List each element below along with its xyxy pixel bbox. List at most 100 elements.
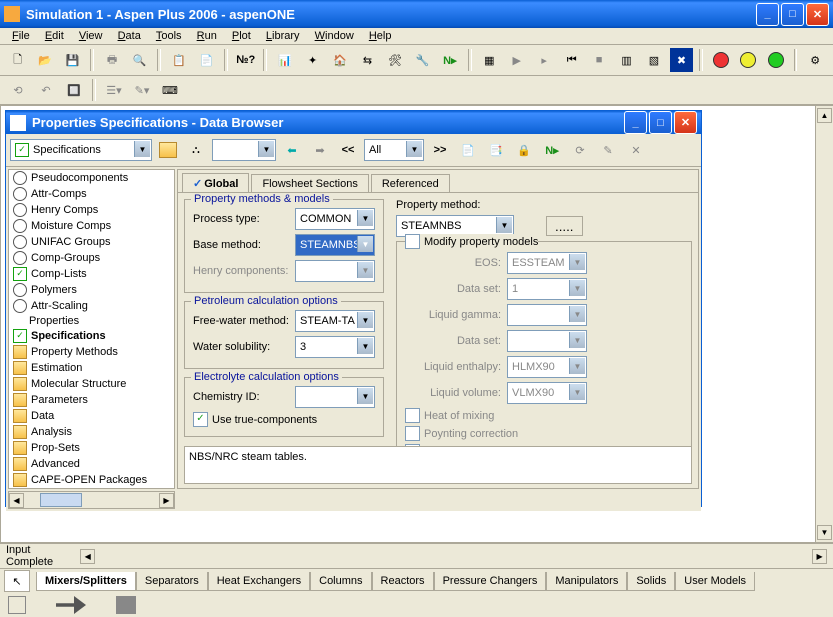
child-maximize-button[interactable]: □ — [649, 111, 672, 134]
tree-item[interactable]: Attr-Comps — [9, 186, 174, 202]
base-method-combo[interactable]: STEAMNBS▼ — [295, 234, 375, 256]
tb2-3[interactable]: 🔲 — [62, 78, 86, 102]
use-true-check[interactable]: Use true-components — [193, 412, 375, 427]
tree-item[interactable]: Specifications — [9, 328, 174, 344]
tree-item[interactable]: Molecular Structure — [9, 376, 174, 392]
free-water-combo[interactable]: STEAM-TA▼ — [295, 310, 375, 332]
ellipsis-button[interactable]: ..... — [546, 216, 583, 236]
model-tab[interactable]: User Models — [675, 572, 755, 591]
tree-item[interactable]: Analysis — [9, 424, 174, 440]
tb-icon-4[interactable]: ⇆ — [356, 48, 379, 72]
menu-view[interactable]: View — [73, 28, 109, 44]
tb2-1[interactable]: ⟲ — [6, 78, 30, 102]
close-button[interactable]: ✕ — [806, 3, 829, 26]
model-tab[interactable]: Manipulators — [546, 572, 627, 591]
tb2-2[interactable]: ↶ — [34, 78, 58, 102]
minimize-button[interactable]: _ — [756, 3, 779, 26]
tree-item[interactable]: Estimation — [9, 360, 174, 376]
tree-item[interactable]: Prop-Sets — [9, 440, 174, 456]
btb-2[interactable]: 📑 — [484, 138, 508, 162]
forward-button[interactable]: ➡ — [308, 138, 332, 162]
tree-view-button[interactable]: ⛬ — [184, 138, 208, 162]
process-type-combo[interactable]: COMMON▼ — [295, 208, 375, 230]
model-icon-1[interactable] — [8, 596, 26, 614]
maximize-button[interactable]: □ — [781, 3, 804, 26]
tb-icon-1[interactable]: 📊 — [273, 48, 296, 72]
tree-item[interactable]: Data — [9, 408, 174, 424]
copy-button[interactable]: 📋 — [167, 48, 190, 72]
tree-item[interactable]: Attr-Scaling — [9, 298, 174, 314]
paste-button[interactable]: 📄 — [195, 48, 218, 72]
rewind-button[interactable]: ⏮ — [560, 48, 583, 72]
scroll-right-icon[interactable]: ▶ — [159, 493, 174, 508]
back-button[interactable]: ⬅ — [280, 138, 304, 162]
open-button[interactable]: 📂 — [33, 48, 56, 72]
scroll-down-icon[interactable]: ▼ — [817, 525, 832, 540]
tb-icon-2[interactable]: ✦ — [301, 48, 324, 72]
menu-window[interactable]: Window — [309, 28, 360, 44]
model-tab[interactable]: Mixers/Splitters — [36, 572, 136, 591]
hscroll-right[interactable]: ▶ — [812, 549, 827, 564]
run-panel-button[interactable]: ▦ — [478, 48, 501, 72]
water-sol-combo[interactable]: 3▼ — [295, 336, 375, 358]
btb-5[interactable]: ✎ — [596, 138, 620, 162]
btb-4[interactable]: ⟳ — [568, 138, 592, 162]
tree-item[interactable]: Properties — [9, 314, 174, 328]
tab-referenced[interactable]: Referenced — [371, 174, 450, 193]
stop-button[interactable]: ■ — [587, 48, 610, 72]
chevron-down-icon[interactable]: ▼ — [134, 141, 150, 157]
menu-plot[interactable]: Plot — [226, 28, 257, 44]
up-folder-button[interactable] — [156, 138, 180, 162]
tb-icon-6[interactable]: 🔧 — [411, 48, 434, 72]
tree-item[interactable]: Polymers — [9, 282, 174, 298]
status-yellow-icon[interactable] — [737, 48, 760, 72]
tab-global[interactable]: Global — [182, 173, 249, 193]
model-tab[interactable]: Solids — [627, 572, 675, 591]
btb-3[interactable]: 🔒 — [512, 138, 536, 162]
next-button[interactable]: N▸ — [438, 48, 461, 72]
status-green-icon[interactable] — [764, 48, 787, 72]
scroll-up-icon[interactable]: ▲ — [817, 108, 832, 123]
chem-id-combo[interactable]: ▼ — [295, 386, 375, 408]
tree-item[interactable]: Pseudocomponents — [9, 170, 174, 186]
preview-button[interactable]: 🔍 — [128, 48, 151, 72]
model-mixer-icon[interactable] — [56, 596, 86, 614]
tree-item[interactable]: Advanced — [9, 456, 174, 472]
new-button[interactable]: 🗋 — [6, 48, 29, 72]
tb-icon-9[interactable]: ✖ — [670, 48, 693, 72]
child-minimize-button[interactable]: _ — [624, 111, 647, 134]
menu-edit[interactable]: Edit — [39, 28, 70, 44]
tree-item[interactable]: Property Methods — [9, 344, 174, 360]
menu-tools[interactable]: Tools — [150, 28, 188, 44]
tree-item[interactable]: Comp-Groups — [9, 250, 174, 266]
model-block-icon[interactable] — [116, 596, 136, 614]
scope-combo[interactable]: All▼ — [364, 139, 424, 161]
tree-hscroll[interactable]: ◀ ▶ — [8, 491, 175, 509]
tb-icon-3[interactable]: 🏠 — [328, 48, 351, 72]
tb-icon-8[interactable]: ▧ — [642, 48, 665, 72]
scroll-thumb[interactable] — [40, 493, 82, 507]
tree-item[interactable]: UNIFAC Groups — [9, 234, 174, 250]
scroll-left-icon[interactable]: ◀ — [9, 493, 24, 508]
tree-item[interactable]: CAPE-OPEN Packages — [9, 472, 174, 488]
nav-tree[interactable]: PseudocomponentsAttr-CompsHenry CompsMoi… — [8, 169, 175, 489]
tb-icon-10[interactable]: ⚙ — [803, 48, 826, 72]
menu-data[interactable]: Data — [112, 28, 147, 44]
tree-item[interactable]: Comp-Lists — [9, 266, 174, 282]
btb-6[interactable]: ✕ — [624, 138, 648, 162]
tree-item[interactable]: Parameters — [9, 392, 174, 408]
henry-combo[interactable]: ▼ — [295, 260, 375, 282]
status-red-icon[interactable] — [709, 48, 732, 72]
menu-library[interactable]: Library — [260, 28, 306, 44]
tb2-4[interactable]: ☰▾ — [102, 78, 126, 102]
next-nav-button[interactable]: >> — [428, 138, 452, 162]
menu-file[interactable]: File — [6, 28, 36, 44]
modify-check[interactable]: Modify property models — [405, 234, 538, 249]
model-tab[interactable]: Pressure Changers — [434, 572, 547, 591]
help-button[interactable]: №? — [234, 48, 257, 72]
tb2-5[interactable]: ✎▾ — [130, 78, 154, 102]
node-selector[interactable]: Specifications ▼ — [10, 139, 152, 161]
step-button[interactable]: ▸ — [532, 48, 555, 72]
menu-help[interactable]: Help — [363, 28, 398, 44]
model-tab[interactable]: Columns — [310, 572, 371, 591]
